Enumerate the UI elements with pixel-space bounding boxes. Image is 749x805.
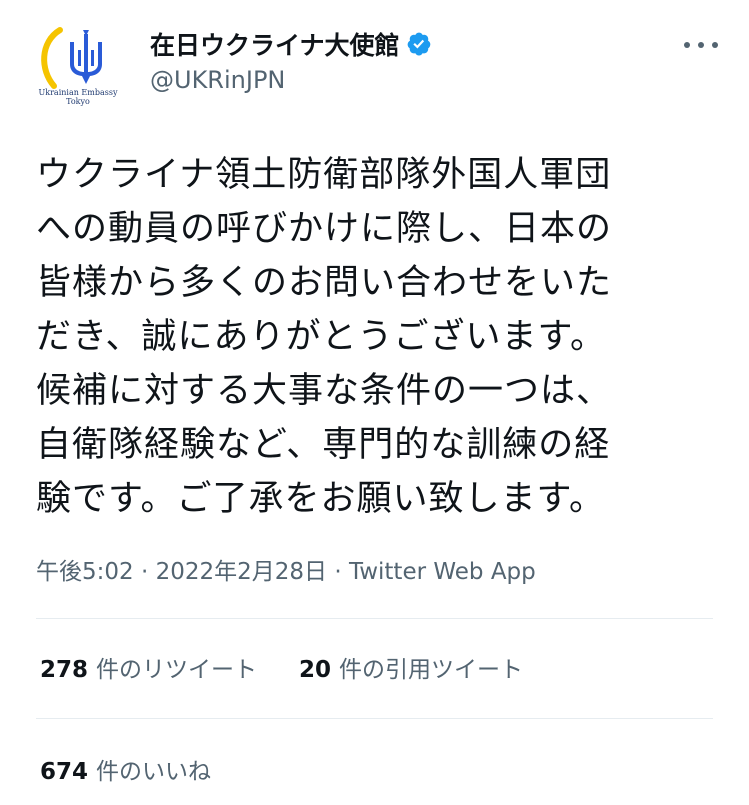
meta-separator: · [334,559,349,585]
avatar-caption-line2: Tokyo [66,97,90,106]
likes-stat[interactable]: 674 件のいいね [40,752,211,786]
avatar-caption-line1: Ukrainian Embassy [38,88,118,97]
avatar[interactable]: Ukrainian Embassy Tokyo [30,20,126,116]
tweet-text-line: への動員の呼びかけに際し、日本の [36,209,613,249]
author-name-row[interactable]: 在日ウクライナ大使館 [150,28,432,60]
tweet-text-line: 皆様から多くのお問い合わせをいた [36,263,613,303]
tweet-card: Ukrainian Embassy Tokyo 在日ウクライナ大使館 @UKRi… [0,0,749,805]
retweets-label: 件のリツイート [96,657,258,683]
tweet-source[interactable]: Twitter Web App [349,559,536,585]
tweet-text-line: 自衛隊経験など、専門的な訓練の経 [36,425,611,465]
quotes-count: 20 [299,657,332,683]
tweet-text-line: 候補に対する大事な条件の一つは、 [36,371,613,411]
verified-badge-icon [406,31,432,57]
more-options-button[interactable] [678,30,724,60]
retweets-count: 278 [40,657,89,683]
retweets-stat[interactable]: 278 件のリツイート [40,650,257,684]
tweet-text-line: だき、誠にありがとうございます。 [36,317,607,357]
tweet-text-line: ウクライナ領土防衛部隊外国人軍団 [36,155,612,195]
quotes-label: 件の引用ツイート [339,657,524,683]
divider [36,718,713,719]
tweet-time[interactable]: 午後5:02 [36,559,134,585]
author-handle[interactable]: @UKRinJPN [150,66,285,94]
more-dots-icon [684,42,718,48]
tweet-text-line: 験です。ご了承をお願い致します。 [36,479,606,519]
tweet-text: ウクライナ領土防衛部隊外国人軍団 への動員の呼びかけに際し、日本の 皆様から多く… [36,148,726,526]
quotes-stat[interactable]: 20 件の引用ツイート [299,650,523,684]
engagement-stats: 278 件のリツイート 20 件の引用ツイート [40,650,523,684]
author-display-name[interactable]: 在日ウクライナ大使館 [150,26,400,62]
likes-label: 件のいいね [96,759,212,785]
likes-stats: 674 件のいいね [40,752,211,786]
tweet-metadata: 午後5:02 · 2022年2月28日 · Twitter Web App [36,552,536,586]
meta-separator: · [140,559,156,585]
tweet-date[interactable]: 2022年2月28日 [156,559,327,585]
likes-count: 674 [40,759,89,785]
divider [36,618,713,619]
